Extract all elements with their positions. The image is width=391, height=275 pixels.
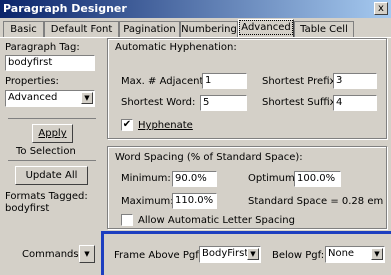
tab-default-font[interactable]: Default Font — [44, 21, 119, 37]
tab-advanced[interactable]: Advanced — [238, 19, 294, 38]
letter-spacing-label[interactable]: Allow Automatic Letter Spacing — [138, 215, 295, 226]
shortest-word-label: Shortest Word: — [121, 97, 196, 108]
chevron-down-icon[interactable]: ▼ — [81, 92, 93, 104]
hyphenate-checkbox[interactable]: ✔ — [121, 119, 133, 131]
optimum-label: Optimum: — [248, 173, 299, 184]
below-pgf-value: None — [328, 248, 355, 259]
close-button[interactable]: x — [374, 2, 388, 15]
max-adjacent-label: Max. # Adjacent: — [121, 76, 207, 87]
apply-button[interactable]: Apply — [32, 124, 73, 143]
commands-label: Commands: — [22, 249, 82, 260]
commands-dropdown-button[interactable]: ▼ — [79, 245, 95, 263]
frame-above-value: BodyFirst — [202, 248, 249, 259]
tab-pagination[interactable]: Pagination — [119, 21, 180, 37]
paragraph-designer-window: Paragraph Designer x Basic Default Font … — [0, 0, 391, 275]
shortest-suffix-label: Shortest Suffix: — [262, 97, 339, 108]
max-adjacent-field[interactable]: 1 — [202, 73, 247, 89]
tab-table-cell[interactable]: Table Cell — [294, 21, 354, 37]
maximum-field[interactable]: 110.0% — [172, 193, 217, 209]
left-separator — [8, 118, 96, 119]
tab-basic[interactable]: Basic — [3, 21, 44, 37]
word-spacing-title: Word Spacing (% of Standard Space): — [115, 152, 303, 163]
to-selection-label: To Selection — [16, 146, 76, 157]
minimum-label: Minimum: — [121, 173, 171, 184]
chevron-down-icon[interactable]: ▼ — [247, 248, 259, 260]
shortest-word-field[interactable]: 5 — [200, 95, 247, 111]
frame-above-dropdown[interactable]: BodyFirst ▼ — [199, 246, 261, 263]
standard-space-text: Standard Space = 0.28 em — [248, 196, 384, 207]
below-pgf-dropdown[interactable]: None ▼ — [325, 246, 385, 263]
shortest-prefix-label: Shortest Prefix: — [262, 76, 339, 87]
tab-strip: Basic Default Font Pagination Numbering … — [0, 18, 391, 38]
properties-value: Advanced — [8, 92, 58, 103]
update-all-button[interactable]: Update All — [15, 166, 88, 185]
below-pgf-label: Below Pgf: — [272, 250, 325, 261]
optimum-field[interactable]: 100.0% — [294, 171, 341, 187]
hyphenate-label[interactable]: Hyphenate — [138, 120, 193, 131]
properties-dropdown[interactable]: Advanced ▼ — [5, 90, 95, 107]
shortest-prefix-field[interactable]: 3 — [333, 73, 377, 89]
shortest-suffix-field[interactable]: 4 — [333, 95, 377, 111]
formats-tagged-value: bodyfirst — [5, 203, 50, 214]
paragraph-tag-label: Paragraph Tag: — [5, 42, 80, 53]
letter-spacing-checkbox[interactable] — [121, 214, 133, 226]
formats-tagged-label: Formats Tagged: — [5, 191, 88, 202]
minimum-field[interactable]: 90.0% — [172, 171, 217, 187]
left-separator-2 — [8, 160, 96, 161]
frame-above-label: Frame Above Pgf: — [114, 250, 202, 261]
maximum-label: Maximum: — [121, 196, 174, 207]
paragraph-tag-field[interactable]: bodyfirst — [5, 55, 95, 71]
title-bar[interactable]: Paragraph Designer x — [0, 0, 391, 18]
tab-numbering[interactable]: Numbering — [180, 21, 238, 37]
chevron-down-icon[interactable]: ▼ — [371, 248, 383, 260]
chevron-down-icon: ▼ — [84, 250, 90, 258]
properties-label: Properties: — [5, 76, 59, 87]
hyphenation-title: Automatic Hyphenation: — [115, 42, 237, 53]
window-title: Paragraph Designer — [3, 2, 127, 15]
